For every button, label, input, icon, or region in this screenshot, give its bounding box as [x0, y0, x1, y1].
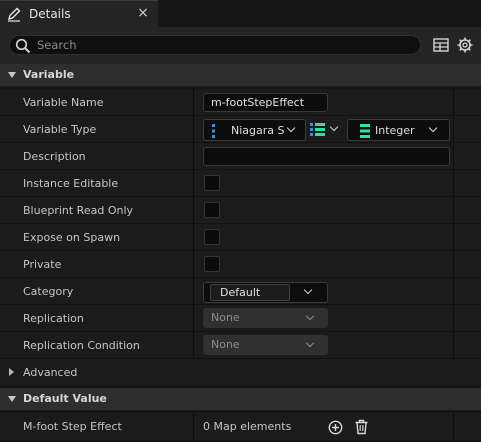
- column-divider: [453, 305, 454, 331]
- column-divider: [453, 197, 454, 223]
- column-divider: [453, 251, 454, 277]
- gear-icon[interactable]: [456, 36, 474, 54]
- advanced-expander[interactable]: Advanced: [0, 359, 481, 387]
- expose-on-spawn-checkbox[interactable]: [204, 229, 220, 245]
- map-elements-count: 0 Map elements: [203, 420, 292, 433]
- instance-editable-label: Instance Editable: [23, 177, 119, 190]
- column-divider: [453, 89, 454, 115]
- column-divider[interactable]: [193, 116, 194, 142]
- pin-type-icon: [360, 124, 370, 138]
- map-value-type-dropdown[interactable]: Integer: [347, 119, 450, 141]
- variable-name-label: Variable Name: [23, 96, 104, 109]
- description-label: Description: [23, 150, 86, 163]
- row-blueprint-read-only: Blueprint Read Only: [0, 197, 481, 224]
- description-field[interactable]: [203, 147, 450, 166]
- category-label: Category: [23, 285, 74, 298]
- row-category: Category Default: [0, 278, 481, 305]
- tab-bar: Details ×: [0, 0, 481, 27]
- category-field[interactable]: Default: [210, 284, 290, 301]
- column-divider[interactable]: [193, 197, 194, 223]
- row-private: Private: [0, 251, 481, 278]
- m-foot-step-effect-label: M-foot Step Effect: [23, 420, 122, 433]
- column-divider: [453, 332, 454, 358]
- chevron-down-icon: [286, 123, 296, 133]
- chevron-down-icon: [329, 122, 339, 132]
- chevron-down-icon: [305, 338, 315, 348]
- close-icon[interactable]: ×: [136, 5, 150, 21]
- row-instance-editable: Instance Editable: [0, 170, 481, 197]
- chevron-down-icon: [305, 311, 315, 321]
- private-label: Private: [23, 258, 62, 271]
- private-checkbox[interactable]: [204, 256, 220, 272]
- section-default-value[interactable]: Default Value: [0, 388, 481, 411]
- column-divider[interactable]: [193, 278, 194, 304]
- column-divider[interactable]: [193, 305, 194, 331]
- search-box[interactable]: [9, 35, 421, 55]
- search-input[interactable]: [37, 37, 412, 53]
- edit-pencil-icon: [7, 7, 21, 22]
- table-view-icon[interactable]: [432, 36, 450, 54]
- column-divider: [453, 170, 454, 196]
- blueprint-read-only-checkbox[interactable]: [204, 202, 220, 218]
- container-type-dropdown[interactable]: [310, 121, 344, 139]
- details-toolbar: [0, 27, 481, 64]
- map-container-icon: [310, 123, 325, 136]
- row-replication: Replication None: [0, 305, 481, 332]
- chevron-down-icon[interactable]: [303, 285, 313, 295]
- column-divider[interactable]: [193, 89, 194, 115]
- search-icon: [15, 38, 31, 54]
- row-expose-on-spawn: Expose on Spawn: [0, 224, 481, 251]
- map-value-type-value: Integer: [375, 124, 415, 137]
- tab-title: Details: [29, 7, 71, 21]
- add-element-icon[interactable]: [328, 420, 343, 435]
- expose-on-spawn-label: Expose on Spawn: [23, 231, 121, 244]
- column-divider[interactable]: [193, 224, 194, 250]
- column-divider[interactable]: [193, 170, 194, 196]
- row-m-foot-step-effect: M-foot Step Effect 0 Map elements: [0, 413, 481, 442]
- replication-value: None: [211, 311, 240, 324]
- blueprint-read-only-label: Blueprint Read Only: [23, 204, 134, 217]
- variable-type-dropdown[interactable]: Niagara S: [203, 119, 306, 141]
- tab-details[interactable]: Details ×: [0, 0, 158, 27]
- pin-type-icon: [212, 124, 215, 138]
- advanced-label: Advanced: [23, 366, 78, 379]
- row-replication-condition: Replication Condition None: [0, 332, 481, 359]
- replication-condition-value: None: [211, 338, 240, 351]
- column-divider[interactable]: [193, 413, 194, 441]
- row-variable-type: Variable Type Niagara S Integer: [0, 116, 481, 143]
- replication-dropdown[interactable]: None: [203, 308, 328, 328]
- section-title: Variable: [23, 68, 75, 81]
- variable-type-label: Variable Type: [23, 123, 97, 136]
- column-divider: [453, 224, 454, 250]
- column-divider: [453, 278, 454, 304]
- category-combo[interactable]: Default: [203, 282, 328, 303]
- replication-condition-dropdown[interactable]: None: [203, 335, 328, 355]
- replication-condition-label: Replication Condition: [23, 339, 140, 352]
- chevron-down-icon: [428, 123, 438, 133]
- column-divider: [453, 413, 454, 441]
- collapse-arrow-icon[interactable]: [8, 396, 16, 402]
- instance-editable-checkbox[interactable]: [204, 175, 220, 191]
- column-divider[interactable]: [193, 251, 194, 277]
- section-variable[interactable]: Variable: [0, 64, 481, 87]
- expand-arrow-icon[interactable]: [9, 368, 14, 376]
- section-title: Default Value: [23, 392, 107, 405]
- replication-label: Replication: [23, 312, 84, 325]
- row-description: Description: [0, 143, 481, 170]
- column-divider[interactable]: [193, 143, 194, 169]
- column-divider: [453, 143, 454, 169]
- collapse-arrow-icon[interactable]: [8, 72, 16, 78]
- trash-icon[interactable]: [354, 419, 369, 435]
- column-divider[interactable]: [193, 332, 194, 358]
- row-variable-name: Variable Name m-footStepEffect: [0, 89, 481, 116]
- variable-type-value: Niagara S: [231, 124, 285, 137]
- variable-name-field[interactable]: m-footStepEffect: [203, 93, 328, 112]
- column-divider: [453, 116, 454, 142]
